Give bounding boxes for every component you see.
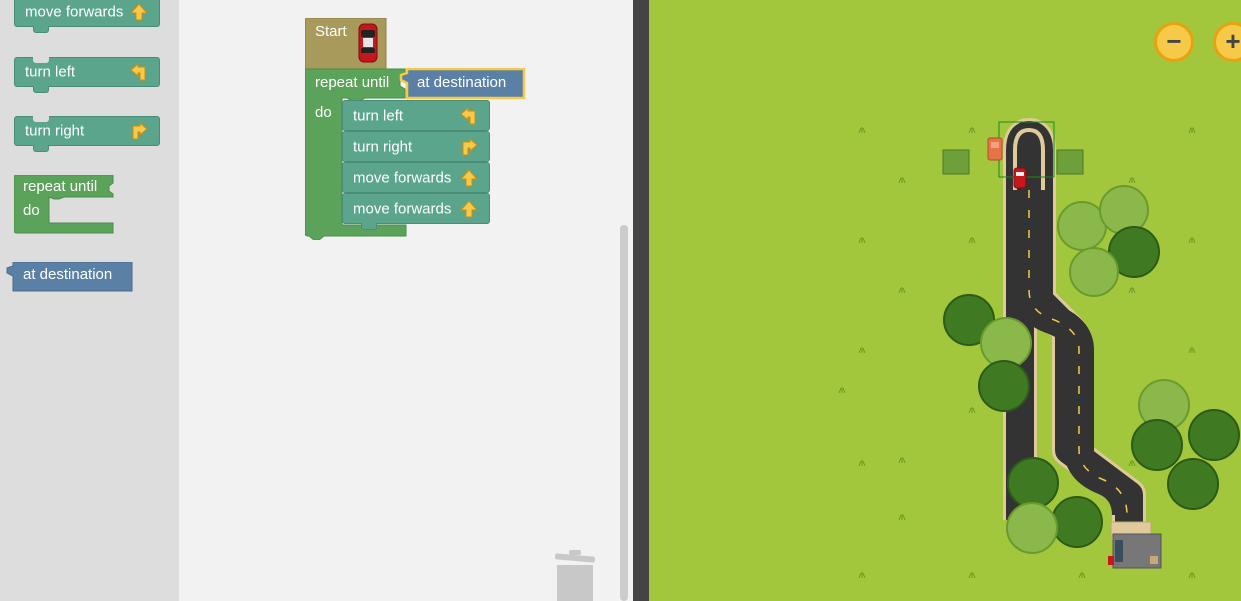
red-car-icon — [1013, 167, 1027, 189]
block-label: turn right — [353, 138, 413, 155]
toolbox-turn-left-block[interactable]: turn left — [14, 57, 160, 93]
block-label: move forwards — [353, 169, 452, 186]
destination-house-icon — [1108, 521, 1162, 569]
block-label: turn left — [25, 63, 76, 81]
repeat-until-label: repeat until — [315, 74, 390, 91]
trash-icon[interactable] — [552, 550, 598, 601]
block-notch — [33, 145, 49, 152]
arrow-up-icon — [459, 168, 479, 186]
hedge — [1056, 149, 1084, 175]
fuel-pump-icon — [987, 137, 1003, 161]
do-label: do — [315, 104, 332, 121]
map-scene — [838, 118, 1240, 579]
arrow-up-icon — [459, 199, 479, 217]
red-car-icon — [358, 23, 378, 63]
block-label: turn left — [353, 107, 404, 124]
turn-left-icon — [460, 106, 476, 124]
block-notch — [33, 86, 49, 93]
toolbox-at-destination-block[interactable]: at destination — [5, 262, 133, 292]
do-label: do — [23, 202, 40, 219]
turn-right-icon — [132, 121, 148, 140]
turn-left-icon — [130, 62, 146, 81]
start-label: Start — [315, 23, 347, 40]
at-destination-condition-block[interactable]: at destination — [398, 68, 526, 100]
block-label: move forwards — [353, 200, 452, 217]
program-move-forwards-block[interactable]: move forwards — [342, 162, 490, 193]
turn-right-icon — [462, 137, 478, 155]
block-notch — [361, 223, 377, 230]
start-block[interactable]: Start — [305, 18, 387, 69]
condition-label: at destination — [417, 74, 507, 91]
program-turn-right-block[interactable]: turn right — [342, 131, 490, 162]
program-turn-left-block[interactable]: turn left — [342, 100, 490, 131]
block-notch — [33, 116, 49, 122]
workspace-scrollbar[interactable] — [620, 225, 628, 601]
toolbox-repeat-until-block[interactable]: repeat until do — [14, 175, 116, 235]
block-label: move forwards — [25, 3, 124, 20]
panel-divider[interactable] — [633, 0, 649, 601]
block-label: turn right — [25, 122, 85, 140]
hedge — [942, 149, 970, 175]
block-notch — [33, 57, 49, 63]
block-notch — [33, 26, 49, 33]
toolbox-move-forwards-block[interactable]: move forwards — [14, 0, 160, 33]
arrow-up-icon — [129, 2, 149, 20]
game-map: − + — [649, 0, 1241, 601]
program-move-forwards-block[interactable]: move forwards — [342, 193, 490, 230]
at-destination-label: at destination — [23, 266, 113, 283]
repeat-until-label: repeat until — [23, 178, 98, 195]
toolbox-turn-right-block[interactable]: turn right — [14, 116, 160, 152]
block-toolbox: move forwards turn left turn right repea… — [0, 0, 179, 601]
